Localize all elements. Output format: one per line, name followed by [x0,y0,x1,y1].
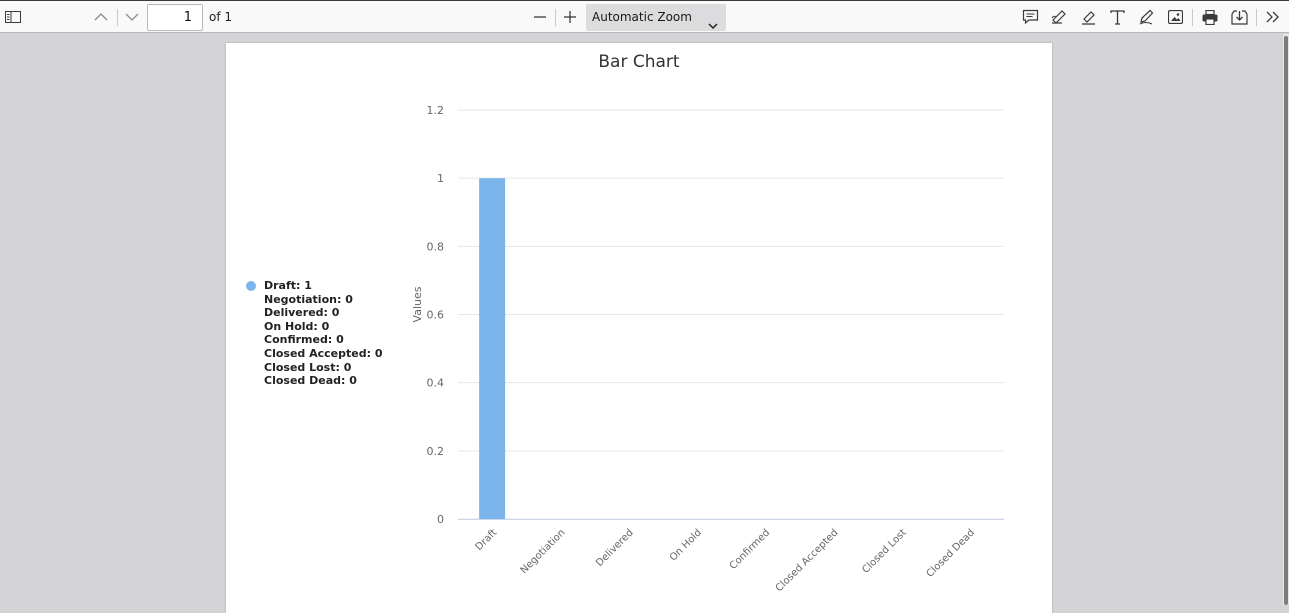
zoom-select[interactable]: Automatic Zoom [586,4,726,31]
toolbar-divider [555,9,556,26]
tools-menu-icon[interactable] [1260,5,1286,29]
zoom-out-icon[interactable] [527,5,553,29]
toolbar-divider [117,9,118,26]
y-tick-label: 0.4 [427,377,445,390]
x-tick-label: Delivered [594,527,636,569]
x-tick-label: Negotiation [519,527,568,576]
y-tick-label: 1.2 [427,104,445,117]
x-tick-label: Closed Lost [860,527,908,575]
x-tick-label: On Hold [668,527,704,563]
page-number-input[interactable]: 1 [147,4,203,31]
y-tick-label: 0.2 [427,445,445,458]
text-tool-icon[interactable] [1104,5,1130,29]
highlight-icon[interactable] [1075,5,1101,29]
pdf-page: Draft: 1 Negotiation: 0 Delivered: 0 On Hol… [226,43,1052,613]
toolbar-divider [1192,9,1193,26]
bar [479,178,506,519]
x-tick-label: Draft [474,527,500,553]
save-download-icon[interactable] [1226,5,1252,29]
vertical-scrollbar[interactable] [1283,34,1289,605]
zoom-select-value: Automatic Zoom [592,10,692,24]
sidebar-toggle-icon[interactable] [0,5,26,29]
chart-title: Bar Chart [598,52,680,72]
zoom-in-icon[interactable] [557,5,583,29]
pdf-toolbar: 1 of 1 Automatic Zoom [0,0,1289,33]
x-tick-label: Confirmed [728,527,772,571]
y-tick-label: 0.6 [427,309,445,322]
y-tick-label: 1 [437,172,444,185]
draw-icon[interactable] [1133,5,1159,29]
comment-icon[interactable] [1017,5,1043,29]
x-tick-label: Closed Accepted [774,527,841,594]
y-axis-label: Values [411,286,424,322]
x-tick-label: Closed Dead [925,527,977,579]
bar-chart: Bar Chart 0 0.2 0.4 0.6 0.8 1 1.2 Values Draft Neg… [411,52,1004,594]
document-viewer[interactable]: Draft: 1 Negotiation: 0 Delivered: 0 On Hol… [0,34,1283,613]
y-tick-label: 0 [437,513,444,526]
signature-icon[interactable] [1045,5,1071,29]
toolbar-divider [1256,9,1257,26]
scrollbar-thumb[interactable] [1284,36,1288,605]
y-tick-label: 0.8 [427,240,445,253]
image-icon[interactable] [1162,5,1188,29]
next-page-icon[interactable] [119,5,145,29]
page-count-label: of 1 [209,10,233,24]
print-icon[interactable] [1197,5,1223,29]
previous-page-icon[interactable] [88,5,114,29]
